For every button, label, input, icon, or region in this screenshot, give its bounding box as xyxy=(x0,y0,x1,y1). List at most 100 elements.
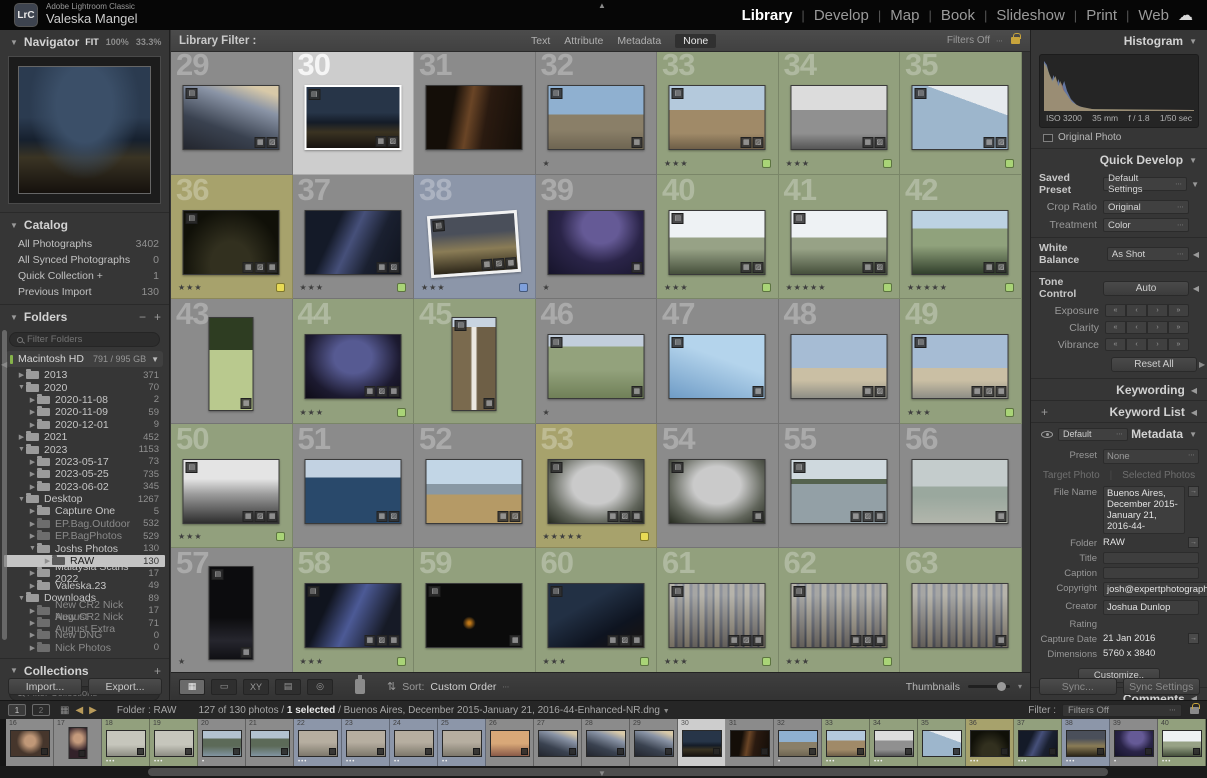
folder-new-cr2-nick-august-extra[interactable]: ▶New CR2 Nick August Extra71 xyxy=(0,617,169,629)
photo-thumbnail[interactable]: ▤▦ xyxy=(669,459,766,524)
grid-cell-49[interactable]: 49▤▦▨▦★★★ xyxy=(900,299,1022,424)
color-label-chip[interactable] xyxy=(762,283,771,292)
badge-icon[interactable]: ▦ xyxy=(607,635,618,646)
photo-thumbnail[interactable]: ▤▦▨▦ xyxy=(304,583,401,648)
badge-icon[interactable]: ▦ xyxy=(996,386,1007,397)
filmstrip-photo[interactable] xyxy=(442,730,482,757)
folder-ep-bag-outdoor[interactable]: ▶EP.Bag.Outdoor532 xyxy=(0,518,169,530)
grid-cell-59[interactable]: 59▤▦ xyxy=(414,548,536,672)
photo-thumbnail[interactable]: ▦ xyxy=(912,459,1009,524)
disclosure-triangle-icon[interactable]: ▶ xyxy=(17,371,26,379)
grid-view-button[interactable]: ▦ xyxy=(179,679,205,695)
thumbnail-badge-icon[interactable]: ▤ xyxy=(550,462,562,473)
thumbnail-badge-icon[interactable]: ▤ xyxy=(793,462,805,473)
badge-icon[interactable]: ▨ xyxy=(874,137,885,148)
folder-2013[interactable]: ▶2013371 xyxy=(0,369,169,381)
thumbnail-badge-icon[interactable]: ▤ xyxy=(307,586,319,597)
grid-cell-32[interactable]: 32▤▦★ xyxy=(536,52,658,175)
grid-cell-37[interactable]: 37▦▨★★★ xyxy=(293,175,415,300)
disclosure-triangle-icon[interactable]: ▼ xyxy=(28,545,37,552)
vibrance-increase-button[interactable]: › xyxy=(1147,338,1168,351)
badge-icon[interactable]: ▦ xyxy=(364,635,375,646)
photo-thumbnail[interactable]: ▤▦▨▦ xyxy=(912,334,1009,399)
filmstrip-photo[interactable] xyxy=(154,730,194,757)
collapse-top-panel-arrow[interactable]: ▲ xyxy=(598,1,606,10)
grid-cell-57[interactable]: 57▤▦★ xyxy=(171,548,293,672)
star-rating[interactable]: ★★★ xyxy=(178,532,203,541)
saved-preset-dropdown[interactable]: Default Settings⋯ xyxy=(1103,177,1187,191)
import-button[interactable]: Import... xyxy=(8,678,82,695)
white-balance-expand-icon[interactable]: ◀ xyxy=(1193,250,1199,259)
grid-cell-41[interactable]: 41▤▦▨★★★★★ xyxy=(779,175,901,300)
remove-folder-button[interactable]: − xyxy=(139,310,146,324)
metadata-action-icon[interactable]: → xyxy=(1188,633,1199,644)
badge-icon[interactable]: ▦ xyxy=(241,647,252,658)
thumbnail-badge-icon[interactable]: ▤ xyxy=(429,586,441,597)
photo-thumbnail[interactable]: ▤▦▨ xyxy=(669,85,766,150)
star-rating[interactable]: ★ xyxy=(543,408,551,417)
badge-icon[interactable]: ▨ xyxy=(388,511,399,522)
target-photo-button[interactable]: Target Photo xyxy=(1043,470,1100,481)
collapse-right-panel-arrow[interactable]: ▶ xyxy=(1199,360,1205,369)
badge-icon[interactable]: ▨ xyxy=(255,262,266,273)
disclosure-triangle-icon[interactable]: ▶ xyxy=(28,483,37,491)
filmstrip-thumb-20[interactable]: 20• xyxy=(198,719,246,766)
photo-thumbnail[interactable]: ▤▦▨ xyxy=(669,210,766,275)
tone-control-expand-icon[interactable]: ◀ xyxy=(1193,284,1199,293)
badge-icon[interactable]: ▦ xyxy=(972,386,983,397)
badge-icon[interactable]: ▦ xyxy=(388,386,399,397)
disclosure-triangle-icon[interactable]: ▶ xyxy=(28,569,37,577)
exposure-increase-button[interactable]: › xyxy=(1147,304,1168,317)
badge-icon[interactable]: ▦ xyxy=(753,511,764,522)
star-rating[interactable]: ★★★ xyxy=(664,657,689,666)
catalog-header[interactable]: ▼ Catalog xyxy=(0,212,169,236)
filmstrip-photo[interactable] xyxy=(250,730,290,757)
vibrance-increase-button[interactable]: » xyxy=(1168,338,1189,351)
badge-icon[interactable]: ▦ xyxy=(741,262,752,273)
auto-tone-button[interactable]: Auto xyxy=(1103,281,1189,296)
badge-icon[interactable]: ▦ xyxy=(510,635,521,646)
filmstrip-photo[interactable] xyxy=(394,730,434,757)
selected-photos-button[interactable]: Selected Photos xyxy=(1122,470,1195,481)
clarity-increase-button[interactable]: › xyxy=(1147,321,1168,334)
grid-cell-36[interactable]: 36▤▦▨▦★★★ xyxy=(171,175,293,300)
folder-2023-05-25[interactable]: ▶2023-05-25735 xyxy=(0,468,169,480)
badge-icon[interactable]: ▦ xyxy=(498,511,509,522)
grid-cell-43[interactable]: 43▦ xyxy=(171,299,293,424)
navigator-header[interactable]: ▼ Navigator FIT 100% 33.3% ⇅ xyxy=(0,30,169,53)
selection-info[interactable]: 127 of 130 photos / 1 selected / Buenos … xyxy=(199,705,670,716)
filmstrip-scrollbar-handle[interactable] xyxy=(148,768,1108,776)
filmstrip-photo[interactable] xyxy=(730,730,770,757)
thumbnail-badge-icon[interactable]: ▤ xyxy=(455,320,467,331)
filmstrip-photo[interactable] xyxy=(778,730,818,757)
color-label-chip[interactable] xyxy=(883,657,892,666)
badge-icon[interactable]: ▦ xyxy=(243,511,254,522)
keyword-list-header[interactable]: + Keyword List ◀ xyxy=(1031,400,1207,422)
left-panel-scrollbar[interactable] xyxy=(2,330,7,640)
badge-icon[interactable]: ▨ xyxy=(996,137,1007,148)
second-window-button[interactable]: 2 xyxy=(32,704,50,716)
color-label-chip[interactable] xyxy=(762,657,771,666)
crop-ratio-dropdown[interactable]: Original⋯ xyxy=(1103,200,1189,214)
filmstrip-photo[interactable] xyxy=(1066,730,1106,757)
cloud-sync-icon[interactable]: ☁ xyxy=(1178,6,1193,24)
survey-view-button[interactable]: ▤ xyxy=(275,679,301,695)
filmstrip-photo[interactable] xyxy=(298,730,338,757)
photo-thumbnail[interactable]: ▤▦▨▦ xyxy=(427,209,521,277)
badge-icon[interactable]: ▨ xyxy=(619,635,630,646)
disclosure-triangle-icon[interactable]: ▶ xyxy=(28,507,37,515)
metadata-value-creator[interactable]: Joshua Dunlop xyxy=(1103,600,1199,615)
disclosure-triangle-icon[interactable]: ▶ xyxy=(28,532,37,540)
photo-thumbnail[interactable]: ▤▦▨▦ xyxy=(547,459,644,524)
thumbnail-badge-icon[interactable]: ▤ xyxy=(793,213,805,224)
badge-icon[interactable]: ▦ xyxy=(753,386,764,397)
saved-preset-expand-icon[interactable]: ▼ xyxy=(1191,180,1199,189)
filmstrip-photo[interactable] xyxy=(10,730,50,757)
grid-cell-45[interactable]: 45▤▦ xyxy=(414,299,536,424)
star-rating[interactable]: ★★★ xyxy=(178,283,203,292)
color-label-chip[interactable] xyxy=(519,283,528,292)
photo-thumbnail[interactable]: ▤▦ xyxy=(547,85,644,150)
module-develop[interactable]: Develop xyxy=(814,7,869,24)
quick-develop-header[interactable]: Quick Develop ▼ xyxy=(1031,148,1207,170)
filmstrip-thumb-31[interactable]: 31 xyxy=(726,719,774,766)
